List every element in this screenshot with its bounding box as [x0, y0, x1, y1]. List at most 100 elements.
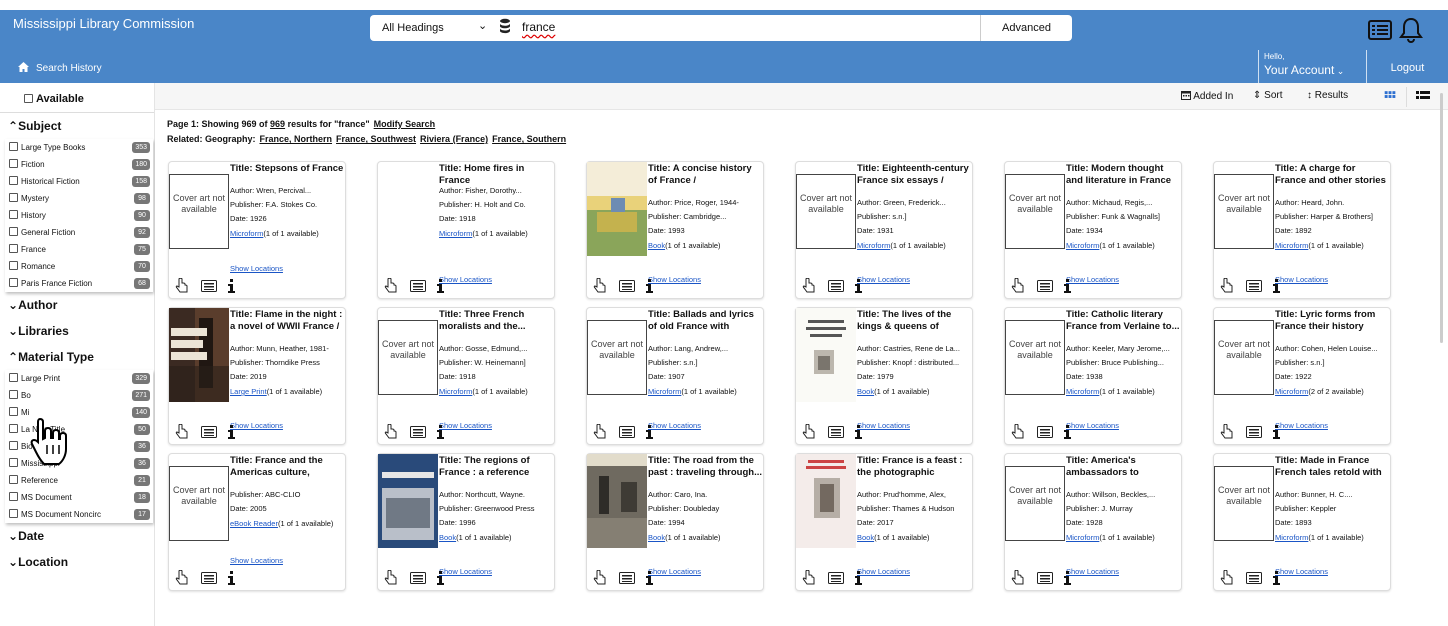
facet-item[interactable]: Bio 36	[5, 438, 153, 455]
result-card[interactable]: Cover art not available Title: Ballads an…	[586, 307, 764, 445]
cover-image[interactable]	[378, 454, 438, 548]
info-icon[interactable]	[1063, 424, 1072, 439]
result-card[interactable]: Cover art not available Title: Modern tho…	[1004, 161, 1182, 299]
format-link[interactable]: Microform	[1066, 241, 1099, 250]
checkbox-icon[interactable]	[9, 261, 18, 270]
result-card[interactable]: Cover art not available Title: Eighteenth…	[795, 161, 973, 299]
info-icon[interactable]	[436, 278, 445, 293]
result-title[interactable]: Title: The lives of the kings & queens o…	[857, 309, 971, 333]
cover-image[interactable]	[169, 308, 229, 402]
facet-item[interactable]: Large Print 329	[5, 370, 153, 387]
facet-material-header[interactable]: ⌃Material Type	[0, 344, 154, 370]
info-icon[interactable]	[1272, 570, 1281, 585]
format-link[interactable]: Microform	[439, 229, 472, 238]
hand-pointer-icon[interactable]	[802, 569, 816, 586]
result-card[interactable]: Title: A concise history of France / Auth…	[586, 161, 764, 299]
list-icon[interactable]	[619, 279, 636, 292]
hand-pointer-icon[interactable]	[1011, 277, 1025, 294]
hand-pointer-icon[interactable]	[1220, 569, 1234, 586]
show-locations-link[interactable]: Show Locations	[648, 275, 701, 284]
result-title[interactable]: Title: Modern thought and literature in …	[1066, 163, 1180, 187]
result-card[interactable]: Cover art not available Title: Three Fren…	[377, 307, 555, 445]
list-icon[interactable]	[410, 279, 427, 292]
hand-pointer-icon[interactable]	[593, 569, 607, 586]
format-link[interactable]: Book	[648, 241, 665, 250]
info-icon[interactable]	[227, 424, 236, 439]
result-title[interactable]: Title: Made in France French tales retol…	[1275, 455, 1389, 479]
info-icon[interactable]	[1272, 278, 1281, 293]
facet-item[interactable]: Reference 21	[5, 472, 153, 489]
show-locations-link[interactable]: Show Locations	[439, 567, 492, 576]
cover-image[interactable]	[587, 162, 647, 256]
results-per-page-button[interactable]: ↕ Results	[1307, 90, 1348, 101]
result-title[interactable]: Title: Stepsons of France	[230, 163, 344, 175]
related-geography-link[interactable]: France, Southern	[492, 134, 566, 144]
modify-search-link[interactable]: Modify Search	[374, 119, 436, 129]
info-icon[interactable]	[645, 570, 654, 585]
result-card[interactable]: Title: The road from the past : travelin…	[586, 453, 764, 591]
hand-pointer-icon[interactable]	[384, 277, 398, 294]
format-link[interactable]: Book	[857, 533, 874, 542]
format-link[interactable]: eBook Reader	[230, 519, 278, 528]
show-locations-link[interactable]: Show Locations	[439, 275, 492, 284]
available-filter[interactable]: Available	[0, 83, 154, 113]
checkbox-icon[interactable]	[24, 94, 33, 103]
checkbox-icon[interactable]	[9, 227, 18, 236]
checkbox-icon[interactable]	[9, 475, 18, 484]
show-locations-link[interactable]: Show Locations	[1066, 567, 1119, 576]
result-card[interactable]: Cover art not available Title: Stepsons o…	[168, 161, 346, 299]
checkbox-icon[interactable]	[9, 193, 18, 202]
checkbox-icon[interactable]	[9, 441, 18, 450]
list-icon[interactable]	[1037, 571, 1054, 584]
info-icon[interactable]	[645, 424, 654, 439]
list-icon[interactable]	[1246, 279, 1263, 292]
format-link[interactable]: Microform	[857, 241, 890, 250]
search-scope-select[interactable]: All Headings	[382, 22, 444, 34]
checkbox-icon[interactable]	[9, 159, 18, 168]
result-title[interactable]: Title: Lyric forms from France their his…	[1275, 309, 1389, 333]
result-title[interactable]: Title: A charge for France and other sto…	[1275, 163, 1389, 187]
checkbox-icon[interactable]	[9, 509, 18, 518]
search-history-link[interactable]: Search History	[18, 62, 102, 74]
format-link[interactable]: Microform	[1066, 533, 1099, 542]
hand-pointer-icon[interactable]	[175, 423, 189, 440]
list-view-icon[interactable]	[1413, 87, 1433, 107]
show-locations-link[interactable]: Show Locations	[857, 567, 910, 576]
list-icon[interactable]	[619, 571, 636, 584]
list-icon[interactable]	[1037, 279, 1054, 292]
hand-pointer-icon[interactable]	[593, 277, 607, 294]
hand-pointer-icon[interactable]	[175, 277, 189, 294]
facet-item[interactable]: General Fiction 92	[5, 224, 153, 241]
result-card[interactable]: Cover art not available Title: Lyric form…	[1213, 307, 1391, 445]
related-geography-link[interactable]: France, Northern	[260, 134, 333, 144]
facet-item[interactable]: Fiction 180	[5, 156, 153, 173]
info-icon[interactable]	[436, 424, 445, 439]
result-card[interactable]: Cover art not available Title: France and…	[168, 453, 346, 591]
list-icon[interactable]	[410, 425, 427, 438]
list-icon[interactable]	[201, 425, 218, 438]
hand-pointer-icon[interactable]	[1011, 423, 1025, 440]
result-title[interactable]: Title: Home fires in France	[439, 163, 553, 187]
format-link[interactable]: Microform	[1275, 387, 1308, 396]
total-results-link[interactable]: 969	[270, 119, 285, 129]
info-icon[interactable]	[1063, 278, 1072, 293]
list-icon[interactable]	[1368, 20, 1392, 40]
list-icon[interactable]	[1037, 425, 1054, 438]
checkbox-icon[interactable]	[9, 210, 18, 219]
info-icon[interactable]	[645, 278, 654, 293]
checkbox-icon[interactable]	[9, 176, 18, 185]
list-icon[interactable]	[619, 425, 636, 438]
result-title[interactable]: Title: Three French moralists and the...	[439, 309, 553, 333]
scrollbar[interactable]	[1440, 93, 1443, 343]
facet-location-header[interactable]: ⌄Location	[0, 549, 154, 575]
format-link[interactable]: Microform	[1275, 533, 1308, 542]
facet-item[interactable]: Bo 271	[5, 387, 153, 404]
facet-item[interactable]: Mystery 98	[5, 190, 153, 207]
facet-libraries-header[interactable]: ⌄Libraries	[0, 318, 154, 344]
facet-item[interactable]: MS Document 18	[5, 489, 153, 506]
related-geography-link[interactable]: France, Southwest	[336, 134, 416, 144]
facet-item[interactable]: History 90	[5, 207, 153, 224]
facet-item[interactable]: Mississippi 36	[5, 455, 153, 472]
format-link[interactable]: Microform	[230, 229, 263, 238]
list-icon[interactable]	[201, 571, 218, 584]
